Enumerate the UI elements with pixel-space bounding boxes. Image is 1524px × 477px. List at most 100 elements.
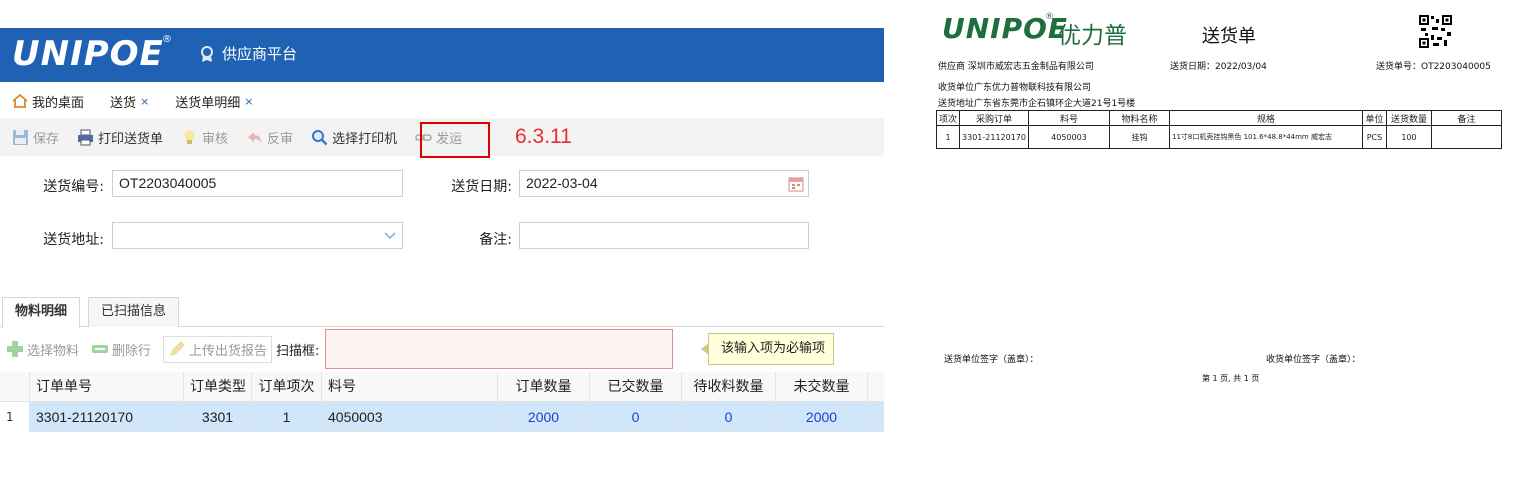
chevron-down-icon (384, 232, 396, 240)
note-logo-reg: ® (1045, 12, 1054, 22)
tab-material-details[interactable]: 物料明细 (2, 297, 81, 328)
delivery-note-print-preview: UNIPOE ® 优力普 送货单 供应商 深圳市威宏志五金制品有限公司 送货日期… (930, 10, 1524, 477)
column-header[interactable]: 未交数量 (776, 372, 868, 402)
undo-hand-icon (248, 131, 262, 143)
platform-name: 供应商平台 (222, 45, 298, 63)
minus-icon (92, 345, 109, 353)
column-header[interactable]: 待收料数量 (682, 372, 776, 402)
tab-label: 我的桌面 (32, 95, 85, 111)
note-sender-signature: 送货单位签字（盖章）： (944, 355, 1039, 365)
address-select[interactable] (112, 222, 403, 249)
calendar-icon[interactable] (788, 175, 804, 192)
tab-my-desktop[interactable]: 我的桌面 (12, 92, 84, 111)
required-tooltip: 该输入项为必输项 (708, 333, 835, 365)
pen-icon (170, 341, 186, 356)
tab-strip: 我的桌面 送货 × 送货单明细 × (0, 84, 884, 118)
tab-delivery-detail[interactable]: 送货单明细 × (175, 92, 253, 111)
save-label: 保存 (33, 131, 60, 147)
delete-row-label: 删除行 (112, 343, 152, 359)
delivery-no-input[interactable]: OT2203040005 (112, 170, 403, 197)
delivery-date-label: 送货日期: (451, 179, 512, 195)
upload-report-label: 上传出货报告 (189, 343, 268, 359)
note-cell: 3301-21120170 (959, 125, 1029, 149)
cell-undelivered-qty[interactable]: 2000 (776, 402, 868, 432)
print-delivery-note-button[interactable]: 打印送货单 (77, 128, 163, 147)
tab-label: 送货 (110, 95, 137, 111)
note-col-header: 料号 (1027, 110, 1110, 126)
cell-order-no[interactable]: 3301-21120170 (30, 402, 184, 432)
upload-report-button[interactable]: 上传出货报告 (163, 335, 273, 363)
note-cell: 挂钩 (1108, 125, 1170, 149)
scan-input[interactable] (325, 329, 674, 369)
column-header[interactable]: 料号 (322, 372, 498, 402)
note-address: 送货地址广东省东莞市企石镇环企大道21号1号楼 (938, 99, 1136, 109)
remark-input[interactable] (519, 222, 809, 249)
delivery-date-input[interactable]: 2022-03-04 (519, 170, 809, 197)
grid-header: 订单单号 订单类型 订单项次 料号 订单数量 已交数量 待收料数量 未交数量 (0, 372, 884, 402)
column-header[interactable]: 已交数量 (590, 372, 682, 402)
note-page-info: 第 1 页, 共 1 页 (1202, 374, 1260, 383)
detail-toolbar: 选择物料 删除行 上传出货报告 扫描框: 该输入项为必输项 (0, 328, 884, 370)
home-icon (12, 93, 28, 108)
grid-header-index (0, 372, 30, 402)
delivery-no-label: 送货编号: (43, 179, 104, 195)
cell-order-type[interactable]: 3301 (184, 402, 252, 432)
tab-delivery[interactable]: 送货 × (110, 92, 149, 111)
cell-pending-qty[interactable]: 0 (682, 402, 776, 432)
note-items-table: 项次 采购订单 料号 物料名称 规格 单位 送货数量 备注 1 3301-211… (935, 110, 1502, 149)
audit-button[interactable]: 审核 (181, 128, 228, 147)
cell-order-item[interactable]: 1 (252, 402, 322, 432)
select-material-button[interactable]: 选择物料 (6, 340, 79, 359)
save-button[interactable]: 保存 (12, 128, 59, 147)
column-header[interactable]: 订单项次 (252, 372, 322, 402)
note-receiver: 收货单位广东优力普物联科技有限公司 (938, 83, 1092, 93)
note-cell: 100 (1385, 125, 1432, 149)
remark-label: 备注: (479, 232, 512, 248)
unaudit-button[interactable]: 反审 (246, 128, 293, 147)
version-annotation: 6.3.11 (515, 125, 572, 148)
tab-label: 送货单明细 (175, 95, 241, 111)
detail-tabs: 物料明细 已扫描信息 (0, 295, 884, 328)
delete-row-button[interactable]: 删除行 (91, 340, 151, 359)
column-header[interactable]: 订单类型 (184, 372, 252, 402)
column-header[interactable]: 订单数量 (498, 372, 590, 402)
search-icon (312, 129, 328, 145)
note-supplier: 供应商 深圳市威宏志五金制品有限公司 (938, 62, 1094, 72)
close-icon[interactable]: × (244, 95, 253, 108)
qr-code-icon (1419, 15, 1452, 48)
printer-icon (78, 129, 94, 145)
table-row[interactable]: 1 3301-21120170 3301 1 4050003 2000 0 0 … (0, 402, 884, 432)
cell-order-qty[interactable]: 2000 (498, 402, 590, 432)
cell-part-no[interactable]: 4050003 (322, 402, 498, 432)
supplier-platform-window: UNIPOE ® 供应商平台 我的桌面 送货 × 送货单明细 × 保存 打印送货… (0, 28, 884, 438)
column-header[interactable]: 订单单号 (30, 372, 184, 402)
note-cell: 1 (935, 125, 961, 149)
unaudit-label: 反审 (267, 131, 294, 147)
note-col-header: 单位 (1361, 110, 1387, 126)
audit-label: 审核 (202, 131, 229, 147)
toolbar: 保存 打印送货单 审核 反审 选择打印机 发运 6.3.11 (0, 118, 884, 158)
select-material-label: 选择物料 (27, 343, 80, 359)
material-grid: 订单单号 订单类型 订单项次 料号 订单数量 已交数量 待收料数量 未交数量 1… (0, 372, 884, 432)
note-cell (1430, 125, 1502, 149)
badge-icon (201, 45, 213, 62)
floppy-icon (13, 129, 28, 145)
note-cell: PCS (1361, 125, 1387, 149)
lightbulb-icon (184, 130, 195, 144)
unipoe-logo: UNIPOE (12, 34, 164, 74)
note-title: 送货单 (1202, 26, 1256, 47)
note-delivery-date: 送货日期：2022/03/04 (1170, 62, 1267, 72)
cell-delivered-qty[interactable]: 0 (590, 402, 682, 432)
close-icon[interactable]: × (140, 95, 149, 108)
top-bar: UNIPOE ® 供应商平台 (0, 28, 884, 82)
select-printer-label: 选择打印机 (332, 131, 398, 147)
registered-mark: ® (162, 34, 172, 45)
platform-title: 供应商平台 (198, 43, 297, 64)
note-table-row: 1 3301-21120170 4050003 挂钩 11寸8口机壳挂钩黑色 1… (935, 125, 1502, 149)
plus-icon (7, 341, 23, 357)
note-col-header: 规格 (1168, 110, 1363, 126)
tab-scanned-info[interactable]: 已扫描信息 (88, 297, 180, 327)
scan-label: 扫描框: (276, 343, 320, 359)
note-col-header: 送货数量 (1385, 110, 1432, 126)
select-printer-button[interactable]: 选择打印机 (311, 128, 397, 147)
